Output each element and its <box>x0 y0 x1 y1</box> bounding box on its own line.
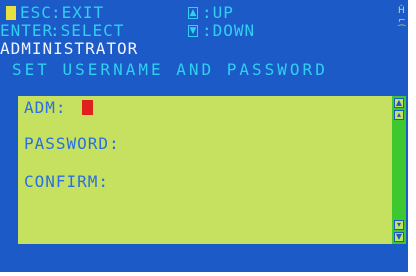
username-label: ADM: <box>24 98 67 117</box>
scroll-up-icon[interactable]: ▴ <box>394 110 404 120</box>
credentials-panel: ADM: PASSWORD: CONFIRM: ▲ ▴ ▾ ▼ <box>18 96 406 244</box>
scroll-bottom-icon[interactable]: ▼ <box>394 232 404 242</box>
up-action-label: :UP <box>202 3 234 22</box>
password-row[interactable]: PASSWORD: <box>24 134 384 154</box>
esc-action-label: :EXIT <box>51 3 105 22</box>
screen-bezel-bottom <box>0 272 416 276</box>
scrollbar[interactable]: ▲ ▴ ▾ ▼ <box>392 96 406 244</box>
scroll-down-icon[interactable]: ▾ <box>394 220 404 230</box>
corner-logo-icon: Ĥ ⌐ ⁀ <box>398 6 406 36</box>
osd-screen: ESC :EXIT ▲ :UP ENTER :SELECT ▼ :DOWN Ĥ ⌐… <box>0 0 416 276</box>
enter-key-label: ENTER <box>0 21 54 40</box>
subtitle: SET USERNAME AND PASSWORD <box>12 60 328 79</box>
down-action-label: :DOWN <box>202 21 256 40</box>
highlight-block <box>6 6 16 20</box>
username-input-cursor[interactable] <box>82 100 93 115</box>
down-arrow-key-icon: ▼ <box>188 25 198 37</box>
confirm-label: CONFIRM: <box>24 172 110 191</box>
password-label: PASSWORD: <box>24 134 120 153</box>
scroll-top-icon[interactable]: ▲ <box>394 98 404 108</box>
enter-action-label: :SELECT <box>50 21 125 40</box>
username-row[interactable]: ADM: <box>24 98 384 118</box>
menu-title: ADMINISTRATOR <box>0 39 139 58</box>
up-arrow-key-icon: ▲ <box>188 7 198 19</box>
screen-bezel-right <box>408 0 416 276</box>
confirm-row[interactable]: CONFIRM: <box>24 172 384 192</box>
esc-key-label: ESC <box>20 3 52 22</box>
